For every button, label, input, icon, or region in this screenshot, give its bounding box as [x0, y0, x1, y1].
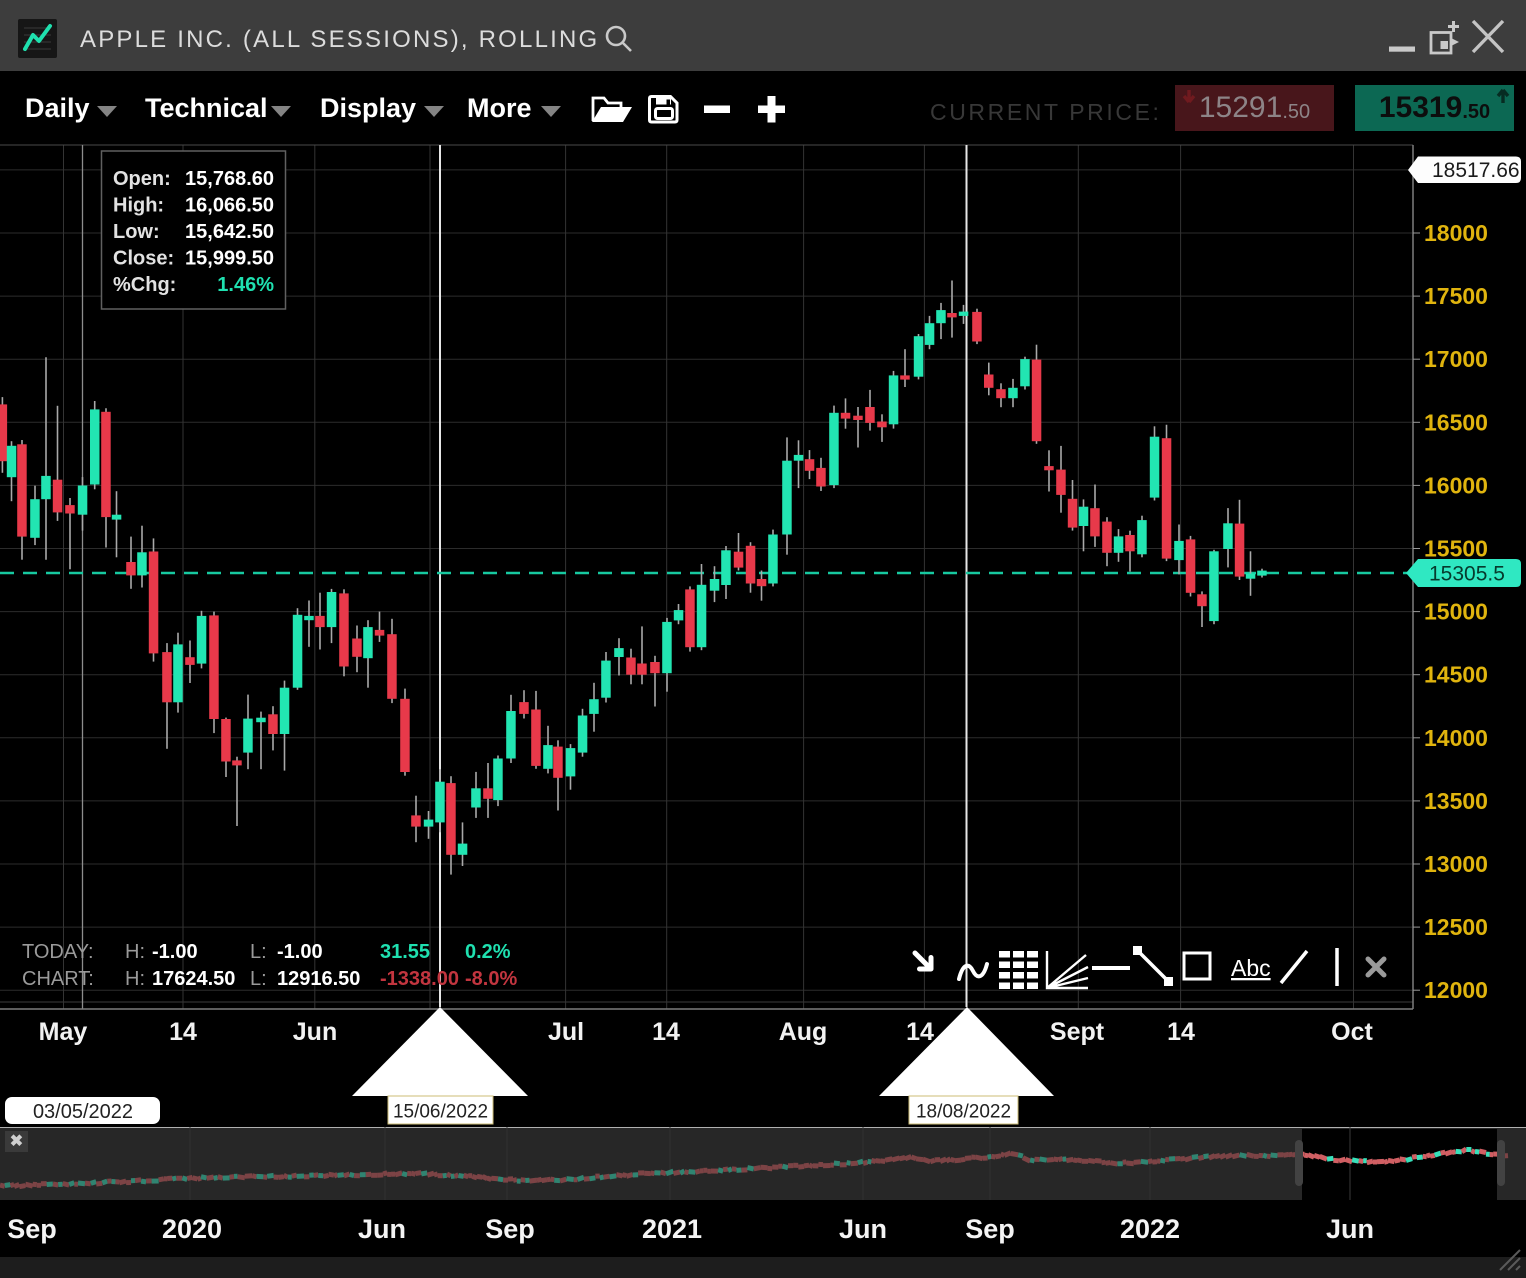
svg-text:-1338.00: -1338.00 — [380, 968, 459, 990]
svg-text:Oct: Oct — [1331, 1018, 1373, 1046]
svg-text:16500: 16500 — [1424, 409, 1488, 435]
svg-text:L:: L: — [250, 941, 267, 963]
svg-text:-8.0%: -8.0% — [465, 968, 517, 990]
svg-text:14: 14 — [169, 1018, 197, 1046]
svg-text:0.2%: 0.2% — [465, 941, 511, 963]
svg-text:16000: 16000 — [1424, 472, 1488, 498]
svg-text:Sept: Sept — [1050, 1018, 1105, 1046]
svg-text:12000: 12000 — [1424, 977, 1488, 1003]
svg-text:14000: 14000 — [1424, 725, 1488, 751]
svg-text:-1.00: -1.00 — [152, 941, 198, 963]
svg-text:13500: 13500 — [1424, 788, 1488, 814]
svg-text:03/05/2022: 03/05/2022 — [33, 1101, 133, 1123]
svg-text:Aug: Aug — [779, 1018, 828, 1046]
svg-text:CHART:: CHART: — [22, 968, 94, 990]
svg-text:15/06/2022: 15/06/2022 — [393, 1102, 488, 1123]
svg-text:12916.50: 12916.50 — [277, 968, 360, 990]
svg-text:18517.66: 18517.66 — [1432, 159, 1520, 182]
svg-text:14500: 14500 — [1424, 662, 1488, 688]
svg-text:15,999.50: 15,999.50 — [185, 248, 274, 270]
svg-text:Low:: Low: — [113, 221, 160, 243]
svg-text:High:: High: — [113, 195, 164, 217]
svg-text:H:: H: — [125, 941, 145, 963]
svg-text:%Chg:: %Chg: — [113, 274, 176, 296]
svg-text:13000: 13000 — [1424, 851, 1488, 877]
svg-text:Open:: Open: — [113, 168, 171, 190]
svg-text:14: 14 — [906, 1018, 934, 1046]
svg-text:14: 14 — [652, 1018, 680, 1046]
svg-text:17000: 17000 — [1424, 346, 1488, 372]
svg-text:12500: 12500 — [1424, 914, 1488, 940]
svg-text:Close:: Close: — [113, 248, 174, 270]
svg-text:18000: 18000 — [1424, 220, 1488, 246]
svg-text:Abc: Abc — [1231, 955, 1271, 981]
svg-text:H:: H: — [125, 968, 145, 990]
svg-text:L:: L: — [250, 968, 267, 990]
svg-text:16,066.50: 16,066.50 — [185, 195, 274, 217]
svg-text:Jul: Jul — [548, 1018, 584, 1046]
svg-text:14: 14 — [1167, 1018, 1195, 1046]
svg-text:1.46%: 1.46% — [217, 274, 274, 296]
svg-text:17500: 17500 — [1424, 283, 1488, 309]
svg-text:Jun: Jun — [293, 1018, 337, 1046]
svg-text:18/08/2022: 18/08/2022 — [916, 1102, 1011, 1123]
svg-text:May: May — [39, 1018, 88, 1046]
svg-text:-1.00: -1.00 — [277, 941, 323, 963]
svg-text:31.55: 31.55 — [380, 941, 430, 963]
svg-text:15500: 15500 — [1424, 536, 1488, 562]
svg-text:15305.5: 15305.5 — [1429, 563, 1505, 586]
svg-text:15000: 15000 — [1424, 599, 1488, 625]
svg-text:15,642.50: 15,642.50 — [185, 221, 274, 243]
svg-text:17624.50: 17624.50 — [152, 968, 235, 990]
svg-text:15,768.60: 15,768.60 — [185, 168, 274, 190]
svg-text:TODAY:: TODAY: — [22, 941, 94, 963]
